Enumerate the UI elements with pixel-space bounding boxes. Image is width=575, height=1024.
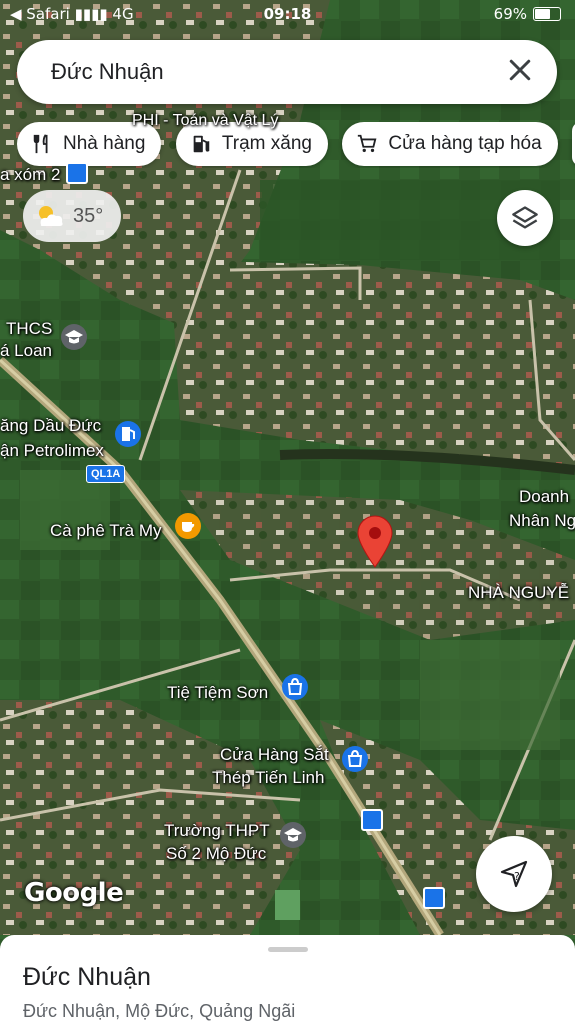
category-chips: Nhà hàng Trạm xăng Cửa hàng tạp hóa [17,122,575,168]
poi-label[interactable]: THCS [6,318,52,339]
poi-label[interactable]: ăng Dầu Đức [0,415,101,436]
navigation-arrow-icon: ? [500,860,528,888]
bus-stop-icon[interactable] [66,162,88,184]
location-pin-icon[interactable] [356,514,394,568]
search-query[interactable]: Đức Nhuận [51,59,164,85]
highway-shield: QL1A [86,465,126,483]
cart-icon [358,134,377,153]
directions-button[interactable]: ? [476,836,552,912]
poi-label[interactable]: Cà phê Trà My [50,520,162,541]
gas-station-icon[interactable] [115,421,141,447]
poi-label[interactable]: NHÀ NGUYỄ [468,582,569,603]
shopping-bag-icon[interactable] [282,674,308,700]
poi-label[interactable]: Nhân Ng [509,510,575,531]
search-bar[interactable]: Đức Nhuận [17,40,557,104]
poi-label[interactable]: Cửa Hàng Sắt [220,744,329,765]
shopping-bag-icon[interactable] [342,746,368,772]
layers-button[interactable] [497,190,553,246]
school-icon[interactable] [61,324,87,350]
clock: 09:18 [263,5,312,23]
poi-label[interactable]: Doanh [519,486,569,507]
place-title: Đức Nhuận [23,963,151,991]
chip-label: Nhà hàng [63,133,146,154]
partly-cloudy-icon [39,206,63,226]
chip-label: Trạm xăng [221,133,312,154]
google-logo: Google [24,878,124,908]
poi-label[interactable]: a xóm 2 [0,164,60,185]
school-icon[interactable] [280,822,306,848]
chip-label: Cửa hàng tạp hóa [388,133,542,154]
poi-label[interactable]: Trường THPT [164,820,270,841]
battery-icon [533,7,561,21]
place-address: Đức Nhuận, Mộ Đức, Quảng Ngãi [23,1001,296,1021]
bus-stop-icon[interactable] [423,887,445,909]
chip-grocery[interactable]: Cửa hàng tạp hóa [342,122,558,166]
coffee-icon[interactable] [175,513,201,539]
fork-knife-icon [33,134,48,154]
close-icon[interactable] [505,55,535,85]
temperature: 35° [73,204,104,227]
poi-label[interactable]: ận Petrolimex [0,440,104,461]
poi-label[interactable]: Tiệ Tiệm Sơn [167,682,268,703]
bus-stop-icon[interactable] [361,809,383,831]
poi-label[interactable]: Số 2 Mộ Đức [166,843,266,864]
weather-widget[interactable]: 35° [23,190,121,242]
battery-fill [535,9,550,19]
gas-station-icon [193,135,210,153]
battery-status: 69% [494,5,561,23]
svg-text:?: ? [514,870,520,883]
status-bar: ◀ Safari ▮▮▮▮ 4G 09:18 69% [0,0,575,30]
layers-icon [512,206,538,229]
drag-handle[interactable] [268,947,308,952]
poi-label[interactable]: Thép Tiến Linh [212,767,324,788]
poi-label[interactable]: á Loan [0,340,52,361]
battery-percent: 69% [493,5,527,23]
place-sheet[interactable]: Đức Nhuận Đức Nhuận, Mộ Đức, Quảng Ngãi [0,935,575,1024]
poi-label[interactable]: PHI - Toán và Vật Lý [132,110,278,131]
